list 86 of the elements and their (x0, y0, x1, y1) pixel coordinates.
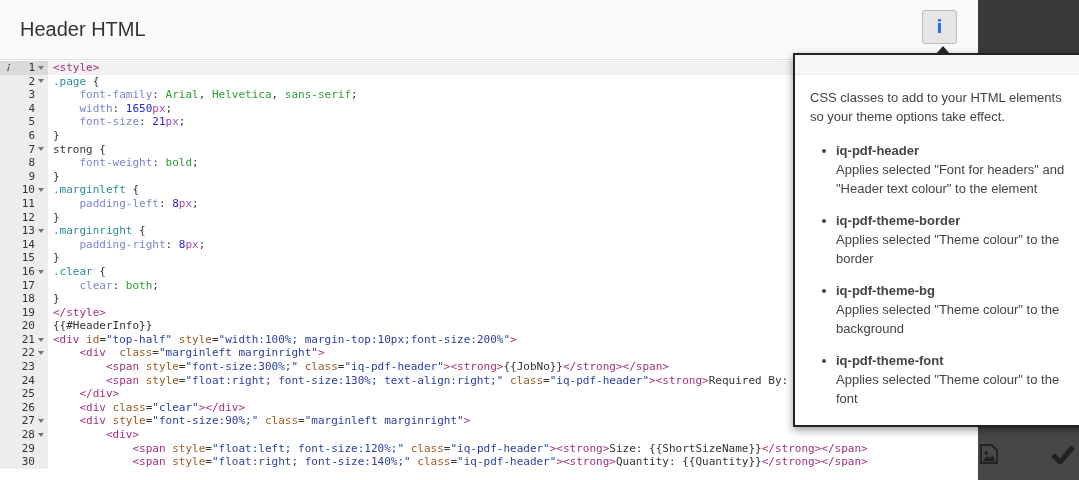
bullet-icon (822, 219, 826, 223)
line-number: 28 (21, 428, 35, 442)
code-line: } (52, 210, 60, 225)
line-number: 11 (21, 196, 35, 211)
bullet-icon (822, 359, 826, 363)
line-number: 2 (28, 74, 35, 89)
class-name: iq-pdf-theme-font (836, 352, 945, 370)
fold-caret-icon[interactable] (38, 432, 44, 437)
line-number: 19 (21, 305, 35, 320)
line-number: 30 (21, 455, 35, 469)
line-number: 4 (28, 101, 35, 116)
line-number: 1 (28, 61, 35, 75)
class-description: Applies selected "Theme colour" to the font (836, 371, 1061, 408)
line-number: 8 (28, 156, 35, 170)
line-number: 27 (21, 414, 35, 429)
fold-caret-icon[interactable] (38, 188, 44, 193)
code-line: <span style="float:right; font-size:140%;" class="iq-pdf-header"><strong>Quantity: {{Quantity}}</strong></span> (131, 455, 868, 469)
line-number: 23 (21, 360, 35, 374)
code-line: <div class="clear"></div> (78, 400, 246, 415)
popover-intro: CSS classes to add to your HTML elements so your theme options take effect. (810, 89, 1063, 126)
code-line: width: 1650px; (78, 101, 173, 116)
code-line: <span style="font-size:300%;" class="iq-pdf-header"><strong>{{JobNo}}</strong></span> (104, 360, 669, 374)
code-line: <style> (52, 61, 100, 75)
line-number: 9 (28, 169, 35, 184)
code-line: } (52, 128, 60, 143)
code-line: strong { (52, 142, 106, 157)
line-number: 24 (21, 373, 35, 388)
class-name: iq-pdf-theme-border (836, 212, 962, 230)
line-number: 22 (21, 346, 35, 361)
code-line: } (52, 169, 60, 184)
fold-caret-icon[interactable] (38, 351, 44, 356)
fold-caret-icon[interactable] (38, 337, 44, 342)
class-name: iq-pdf-header (836, 142, 921, 160)
info-button[interactable]: i (922, 9, 957, 44)
fold-caret-icon[interactable] (38, 228, 44, 233)
fold-caret-icon[interactable] (38, 269, 44, 274)
line-number: 7 (28, 142, 35, 157)
code-line: font-size: 21px; (78, 115, 186, 129)
code-line: <span style="float:left; font-size:120%;" class="iq-pdf-header"><strong>Size: {{ShortSizeName}}</strong></span> (131, 441, 868, 456)
class-description: Applies selected "Theme colour" to the background (836, 301, 1061, 338)
code-line: <div class="marginleft marginright"> (78, 346, 325, 361)
line-number: 14 (21, 237, 35, 252)
line-number: 15 (21, 251, 35, 265)
fold-caret-icon[interactable] (38, 147, 44, 152)
code-line: </div> (78, 387, 120, 401)
line-number: 16 (21, 264, 35, 279)
line-number: 12 (21, 210, 35, 225)
code-line: padding-left: 8px; (78, 196, 199, 211)
code-line: clear: both; (78, 278, 159, 293)
class-description: Applies selected "Font for headers" and "Header text colour" to the element (836, 161, 1066, 198)
line-number: 20 (21, 319, 35, 333)
code-line: <div style="font-size:90%;" class="marginleft marginright"> (78, 414, 471, 429)
bullet-icon (822, 149, 826, 153)
page-title: Header HTML (20, 18, 146, 41)
code-line: <span style="float:right; font-size:130%; text-align:right;" class="iq-pdf-header"><strong>Required By: (104, 373, 789, 388)
code-line: .marginleft { (52, 183, 140, 197)
fold-caret-icon[interactable] (38, 419, 44, 424)
bullet-icon (822, 289, 826, 293)
line-number: 21 (21, 332, 35, 347)
line-number: 5 (28, 115, 35, 129)
line-number: 6 (28, 128, 35, 143)
code-line: padding-right: 8px; (78, 237, 206, 252)
line-number: 10 (21, 183, 35, 197)
line-number: 26 (21, 400, 35, 415)
code-line: .page { (52, 74, 100, 89)
line-number: 29 (21, 441, 35, 456)
code-line: .clear { (52, 264, 106, 279)
code-line: .marginright { (52, 224, 146, 238)
code-line: font-family: Arial, Helvetica, sans-serif; (78, 88, 358, 102)
code-line: <div id="top-half" style="width:100%; margin-top:10px;font-size:200%"> (52, 332, 517, 347)
line-number: 3 (28, 88, 35, 102)
code-line: font-weight: bold; (78, 156, 199, 170)
fold-caret-icon[interactable] (38, 79, 44, 84)
code-line: } (52, 292, 60, 306)
fold-caret-icon[interactable] (38, 65, 44, 70)
line-number: 17 (21, 278, 35, 293)
check-icon[interactable] (1051, 444, 1075, 464)
code-line: } (52, 251, 60, 265)
code-line: <div> (104, 428, 140, 442)
class-name: iq-pdf-theme-bg (836, 282, 936, 300)
code-line: </style> (52, 305, 106, 320)
code-line: {{#HeaderInfo}} (52, 319, 153, 333)
line-number: 25 (21, 387, 35, 401)
line-number: 18 (21, 292, 35, 306)
line-number: 13 (21, 224, 35, 238)
class-description: Applies selected "Theme colour" to the border (836, 231, 1061, 268)
